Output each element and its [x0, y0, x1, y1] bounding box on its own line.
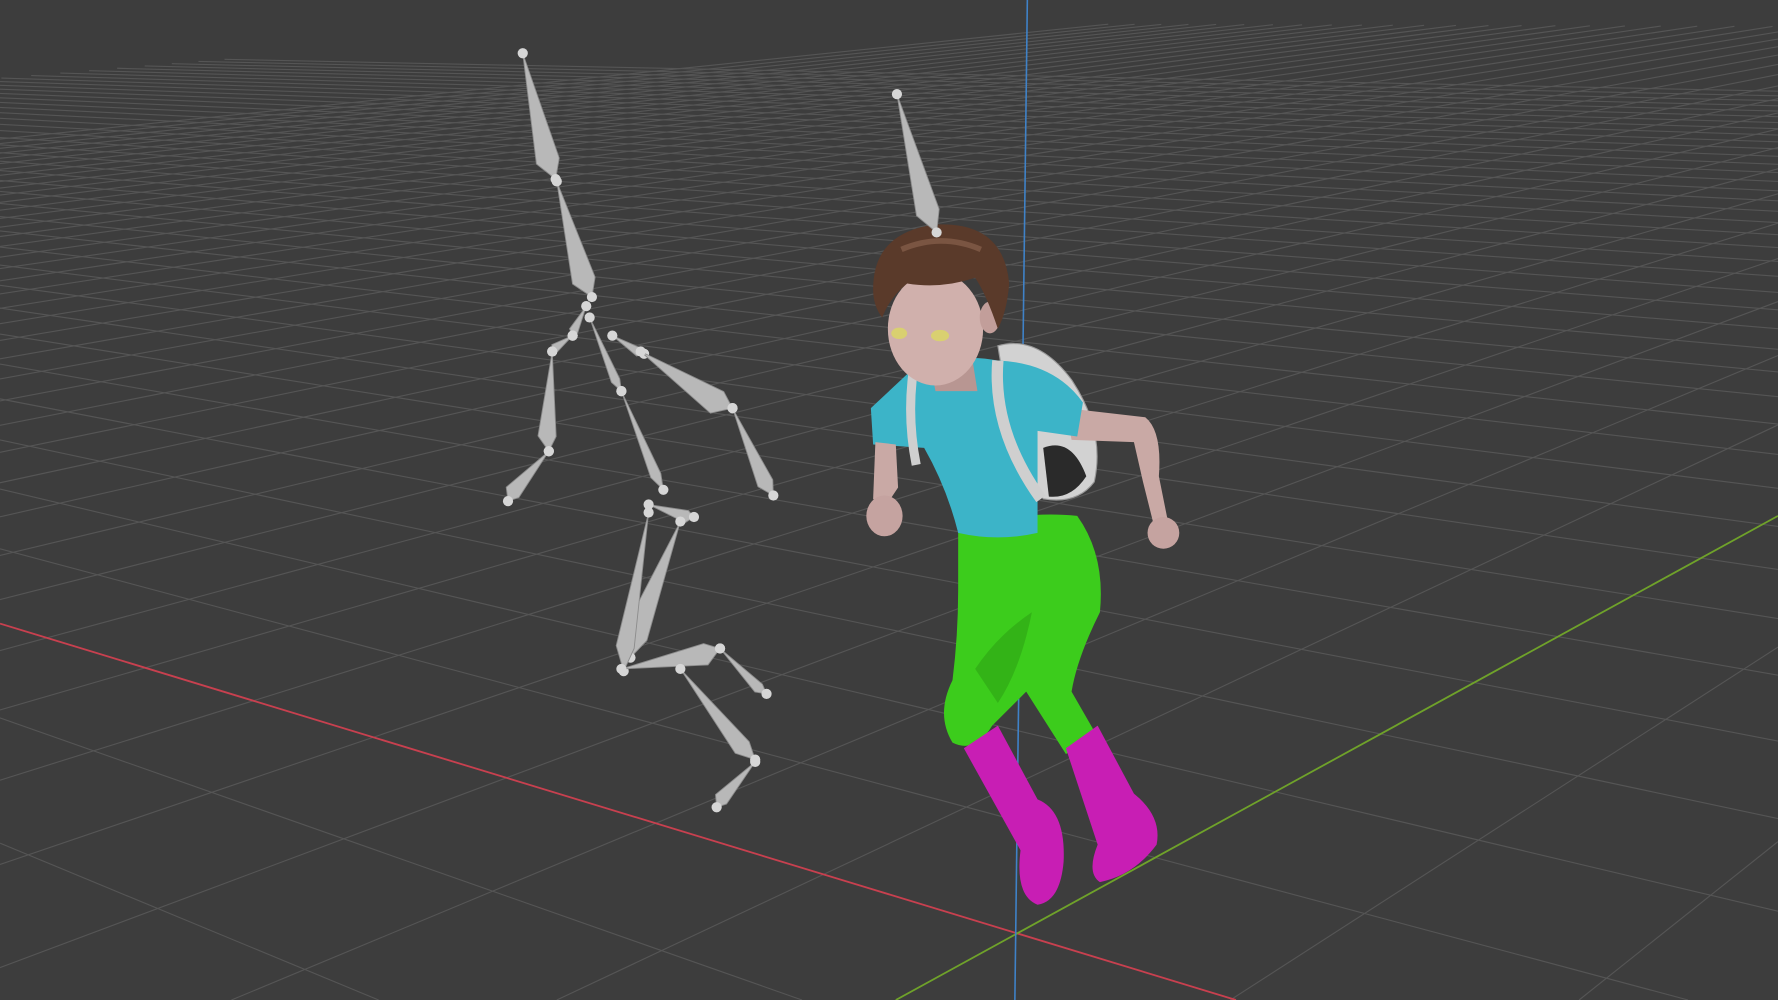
bone-joint[interactable]: [891, 89, 903, 100]
bone-joint[interactable]: [643, 507, 654, 518]
grid-line: [0, 25, 1590, 248]
bone-joint[interactable]: [768, 490, 779, 501]
bone[interactable]: [505, 450, 550, 502]
bone-joint[interactable]: [711, 802, 722, 813]
grid-line: [556, 424, 1778, 1000]
grid-line: [0, 24, 1425, 203]
left-fist: [866, 495, 903, 537]
bone-joint[interactable]: [761, 688, 772, 699]
grid-line: [0, 842, 379, 1000]
bone-joint[interactable]: [567, 330, 578, 341]
right-fist: [1147, 517, 1180, 549]
bone[interactable]: [679, 668, 756, 761]
bone[interactable]: [719, 648, 768, 695]
bone-joint[interactable]: [675, 516, 686, 527]
bone-joint[interactable]: [750, 756, 761, 768]
viewport-canvas[interactable]: [0, 0, 1778, 1000]
bone-joint[interactable]: [586, 291, 598, 303]
bone-joint[interactable]: [616, 386, 627, 397]
bone-joint[interactable]: [543, 446, 554, 457]
left-boot: [963, 725, 1064, 905]
grid-line: [1230, 646, 1778, 1000]
bone[interactable]: [556, 181, 596, 298]
3d-viewport[interactable]: [0, 0, 1778, 1000]
bone-joint[interactable]: [547, 346, 558, 357]
bone[interactable]: [896, 93, 940, 234]
bone-joint[interactable]: [714, 643, 726, 654]
bone-joint[interactable]: [675, 663, 686, 675]
bone-joint[interactable]: [502, 496, 514, 507]
left-eye: [891, 327, 908, 340]
bone-joint[interactable]: [607, 330, 618, 341]
bone-joint[interactable]: [727, 403, 738, 414]
armature-skeleton[interactable]: [502, 48, 779, 813]
bone-joint[interactable]: [931, 227, 942, 238]
bone-joint[interactable]: [616, 663, 627, 675]
bone-joint[interactable]: [581, 301, 592, 312]
bone-joint[interactable]: [688, 511, 700, 523]
right-boot: [1065, 725, 1158, 883]
right-eye: [930, 329, 950, 342]
grid-line: [0, 717, 803, 1000]
bone-joint[interactable]: [517, 48, 528, 59]
bone-joint[interactable]: [551, 176, 562, 187]
grid-line: [1578, 841, 1778, 1000]
bone-joint[interactable]: [584, 312, 595, 323]
grid-line: [0, 25, 1522, 228]
grid-line: [0, 257, 1778, 866]
grid-line: [0, 488, 1778, 912]
bone-joint[interactable]: [658, 484, 669, 495]
bone-joint[interactable]: [635, 346, 646, 357]
grid-line: [0, 548, 1689, 1000]
